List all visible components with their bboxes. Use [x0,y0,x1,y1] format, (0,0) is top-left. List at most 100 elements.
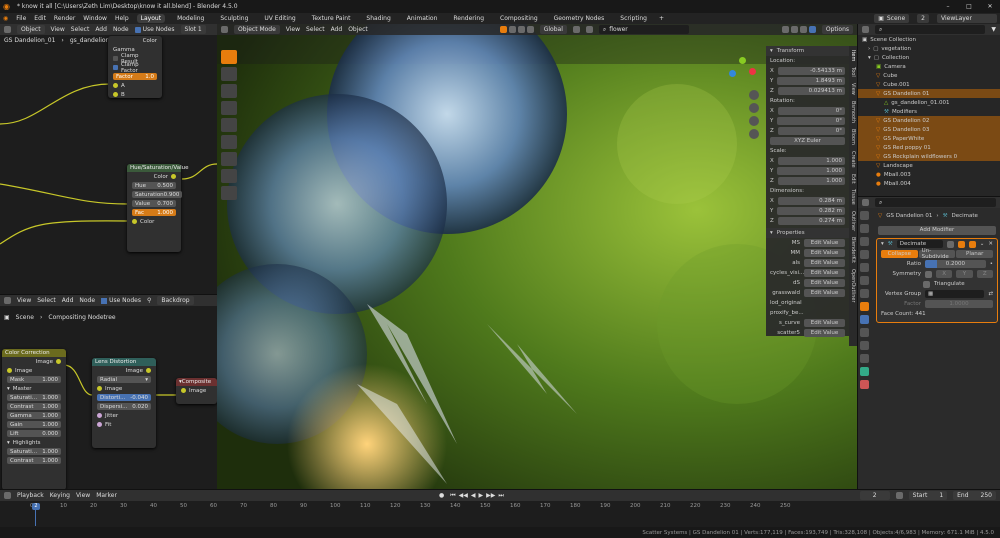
pan-hand-icon[interactable] [749,103,759,113]
prev-keyframe-icon[interactable]: ◀◀ [459,492,468,500]
color-correction-node[interactable]: Color Correction Image Image Mask 1.000 ▾… [2,349,66,490]
edit-value-button[interactable]: Edit Value [804,329,845,337]
edit-value-button[interactable]: Edit Value [804,249,845,257]
outliner-row[interactable]: ▽ Landscape [858,161,1000,170]
scene-tab-icon[interactable] [860,263,869,272]
annotate-tool-icon[interactable] [221,152,237,166]
gizmo-x-axis-icon[interactable] [749,68,756,75]
hsv-fac-field[interactable]: Fac 1.000 [132,209,176,216]
play-icon[interactable]: ▶ [478,492,483,500]
output-tab-icon[interactable] [860,237,869,246]
world-tab-icon[interactable] [860,276,869,285]
edit-value-button[interactable]: Edit Value [804,279,845,287]
outliner-row[interactable]: ● Mball.004 [858,179,1000,188]
preview-range-icon[interactable] [895,492,903,499]
tab-rendering[interactable]: Rendering [449,14,488,23]
maximize-icon[interactable]: □ [962,3,976,10]
tab-edit[interactable]: Edit [850,174,856,184]
outliner-row[interactable]: △ gs_dandelion_01.001 [858,98,1000,107]
cc-master-gamma-field[interactable]: Gamma 1.000 [7,412,61,419]
outliner-row[interactable]: ▾ ▢ Collection [858,53,1000,62]
dimensions-y-field[interactable]: 0.282 m [777,207,845,215]
snap-icon[interactable] [585,26,593,33]
properties-search-input[interactable]: ⌕ [875,198,996,207]
navigation-gizmo[interactable] [725,54,759,88]
outliner-row[interactable]: ⚒ Modifiers [858,107,1000,116]
tab-tissue[interactable]: Tissue [850,189,856,205]
viewport-3d[interactable]: Object Mode View Select Add Object Globa… [217,24,857,489]
add-cube-tool-icon[interactable] [221,186,237,200]
add-workspace-icon[interactable]: + [659,15,664,22]
rotation-x-field[interactable]: 0° [777,107,845,115]
factor-field[interactable]: 1.0000 [925,300,993,308]
ld-dispersion-field[interactable]: Dispersi... 0.020 [97,403,151,410]
autokey-record-icon[interactable]: ● [439,492,444,499]
timeline-menu-marker[interactable]: Marker [96,492,117,499]
outliner-row[interactable]: ▣ Camera [858,62,1000,71]
cc-master-lift-field[interactable]: Lift 0.000 [7,430,61,437]
cc-master-gain-field[interactable]: Gain 1.000 [7,421,61,428]
outliner-search-field[interactable]: ⌕ flower [598,25,689,34]
object-tab-icon[interactable] [860,302,869,311]
current-frame-field[interactable]: 2 [859,491,890,500]
ld-jitter-row[interactable]: Jitter [92,411,156,420]
pivot-icon[interactable] [572,26,580,33]
tab-geometry-nodes[interactable]: Geometry Nodes [550,14,609,23]
physics-tab-icon[interactable] [860,341,869,350]
tab-openoutliner[interactable]: OpenOutliner [850,269,856,303]
tool-tab-icon[interactable] [860,211,869,220]
vp-menu-view[interactable]: View [286,26,300,33]
mix-factor-field[interactable]: Factor 1.0 [113,73,157,80]
view-layer-tab-icon[interactable] [860,250,869,259]
edit-value-button[interactable]: Edit Value [804,269,845,277]
tab-uv-editing[interactable]: UV Editing [260,14,299,23]
transform-orientation-dropdown[interactable]: Global [539,25,567,34]
outliner-row-selected[interactable]: ▽ GS PaperWhite [858,134,1000,143]
wireframe-shading-icon[interactable] [781,26,789,33]
sym-x[interactable]: X [936,270,953,278]
tab-animation[interactable]: Animation [403,14,442,23]
tab-bsmooth[interactable]: Bsmooth [850,101,856,123]
object-mode-dropdown[interactable]: Object Mode [234,25,280,34]
outliner-row[interactable]: ▽ Cube [858,71,1000,80]
jump-end-icon[interactable]: ⏭ [498,492,503,500]
vertex-group-field[interactable]: ▦ [925,290,985,298]
menu-window[interactable]: Window [83,15,107,22]
location-x-field[interactable]: -0.54133 m [777,67,845,75]
mix-node[interactable]: Color Gamma Clamp Result Clamp Factor Fa… [108,36,162,98]
rendered-shading-icon[interactable] [808,26,816,33]
outliner-editor-type-icon[interactable] [862,26,869,33]
vp-menu-select[interactable]: Select [306,26,325,33]
hsv-value-field[interactable]: Value 0.700 [132,200,176,207]
vp-mode-icons[interactable] [499,26,534,33]
viewlayer-selector[interactable]: ViewLayer [937,14,997,23]
sym-z[interactable]: Z [976,270,993,278]
particles-tab-icon[interactable] [860,328,869,337]
tab-compositing[interactable]: Compositing [496,14,542,23]
solid-shading-icon[interactable] [790,26,798,33]
outliner-row-selected[interactable]: ▽ GS Dandelion 03 [858,125,1000,134]
scale-x-field[interactable]: 1.000 [777,157,845,165]
menu-file[interactable]: File [16,15,26,22]
cc-master-contrast-field[interactable]: Contrast 1.000 [7,403,61,410]
outliner-search-input[interactable]: ⌕ [875,25,986,34]
symmetry-checkbox[interactable] [925,270,932,278]
properties-editor-type-icon[interactable] [862,199,869,206]
viewport-toggle-icon[interactable] [957,240,965,248]
minimize-icon[interactable]: – [941,3,955,10]
next-keyframe-icon[interactable]: ▶▶ [486,492,495,500]
outliner-row-selected[interactable]: ▽ GS Red poppy 01 [858,143,1000,152]
tab-create[interactable]: Create [850,151,856,168]
end-frame-field[interactable]: End 250 [953,491,996,500]
edit-value-button[interactable]: Edit Value [804,239,845,247]
cc-highlights-contrast-field[interactable]: Contrast 1.000 [7,457,61,464]
gizmo-z-axis-icon[interactable] [729,70,736,77]
viewport-editor-type-icon[interactable] [221,26,228,33]
hsv-saturation-field[interactable]: Saturation 0.900 [132,191,183,198]
ld-distortion-field[interactable]: Distorti... -0.040 [97,394,151,401]
start-frame-field[interactable]: Start 1 [908,491,948,500]
modifier-tab-icon[interactable] [860,315,869,324]
rotate-tool-icon[interactable] [221,101,237,115]
ld-fit-row[interactable]: Fit [92,420,156,429]
invert-vertex-group-icon[interactable]: ⇄ [988,291,993,297]
